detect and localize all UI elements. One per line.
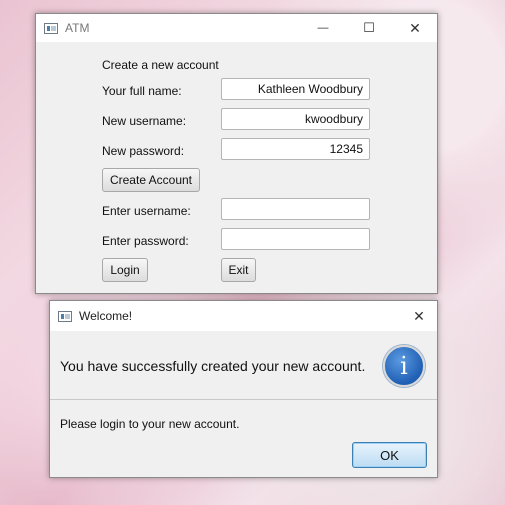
new-password-field[interactable]: 12345 [221, 138, 370, 160]
app-window-icon [58, 310, 72, 322]
create-account-heading: Create a new account [102, 58, 219, 72]
close-icon[interactable]: ✕ [392, 14, 438, 42]
full-name-field[interactable]: Kathleen Woodbury [221, 78, 370, 100]
enter-password-field[interactable] [221, 228, 370, 250]
welcome-dialog: Welcome! ✕ You have successfully created… [49, 300, 438, 478]
dialog-titlebar[interactable]: Welcome! ✕ [50, 301, 437, 331]
new-username-label: New username: [102, 114, 187, 128]
create-account-button[interactable]: Create Account [102, 168, 200, 192]
enter-username-field[interactable] [221, 198, 370, 220]
app-window-icon [44, 22, 58, 34]
atm-window: ATM — ☐ ✕ Create a new account Your full… [35, 13, 438, 294]
ok-button[interactable]: OK [352, 442, 427, 468]
atm-titlebar[interactable]: ATM — ☐ ✕ [36, 14, 437, 42]
enter-username-label: Enter username: [102, 204, 191, 218]
dialog-title: Welcome! [79, 309, 133, 323]
enter-password-label: Enter password: [102, 234, 189, 248]
close-icon[interactable]: ✕ [399, 301, 439, 331]
dialog-header-text: You have successfully created your new a… [60, 358, 366, 374]
info-icon: i [383, 345, 425, 387]
new-username-field[interactable]: kwoodbury [221, 108, 370, 130]
exit-button[interactable]: Exit [221, 258, 256, 282]
dialog-content-text: Please login to your new account. [60, 417, 240, 431]
maximize-icon[interactable]: ☐ [346, 14, 392, 42]
full-name-label: Your full name: [102, 84, 182, 98]
atm-window-title: ATM [65, 21, 90, 35]
new-password-label: New password: [102, 144, 185, 158]
login-button[interactable]: Login [102, 258, 148, 282]
dialog-header: You have successfully created your new a… [50, 331, 437, 400]
minimize-icon[interactable]: — [300, 14, 346, 42]
